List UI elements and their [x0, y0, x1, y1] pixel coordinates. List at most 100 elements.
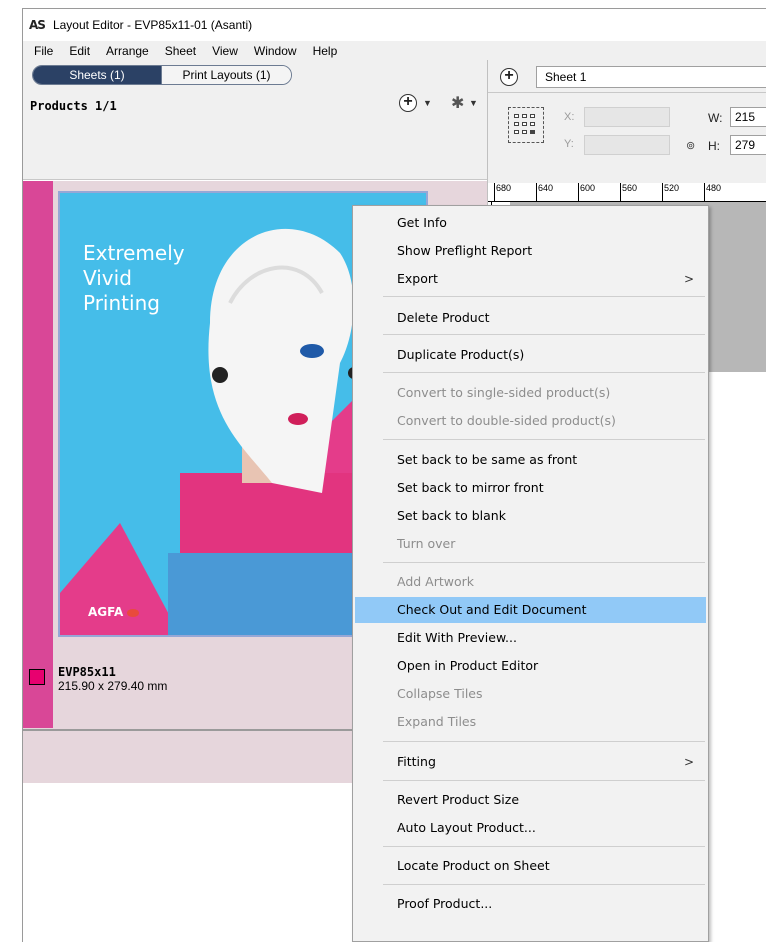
headline-line-1: Extremely [83, 241, 185, 265]
menu-item-label: Set back to mirror front [397, 480, 544, 495]
menu-separator [383, 296, 705, 297]
x-label: X: [564, 111, 575, 123]
artwork-headline: Extremely Vivid Printing [83, 241, 185, 316]
menu-item-label: Expand Tiles [397, 714, 477, 729]
menu-item-edit-with-preview[interactable]: Edit With Preview... [355, 625, 706, 651]
menu-item-delete-product[interactable]: Delete Product [355, 305, 706, 331]
x-field[interactable] [584, 107, 670, 127]
product-context-menu: Get Info Show Preflight Report Export > D… [352, 205, 709, 942]
menu-sheet[interactable]: Sheet [157, 44, 204, 58]
menu-separator [383, 372, 705, 373]
agfa-logo-mark [127, 608, 140, 617]
menu-item-collapse-tiles[interactable]: Collapse Tiles [355, 681, 706, 707]
menu-window[interactable]: Window [246, 44, 305, 58]
link-icon[interactable]: ⊚ [686, 139, 695, 152]
window-title: Layout Editor - EVP85x11-01 (Asanti) [52, 18, 253, 32]
menu-help[interactable]: Help [305, 44, 346, 58]
h-label: H: [708, 139, 720, 153]
menu-item-label: Turn over [397, 536, 456, 551]
menu-item-label: Revert Product Size [397, 792, 520, 807]
chevron-right-icon: > [683, 272, 694, 286]
menu-item-label: Add Artwork [397, 574, 475, 589]
headline-line-2: Vivid [83, 266, 132, 290]
width-field[interactable]: 215 [730, 107, 766, 127]
menu-arrange[interactable]: Arrange [98, 44, 157, 58]
ruler-label: 520 [662, 183, 679, 201]
menu-separator [383, 562, 705, 563]
y-label: Y: [564, 138, 574, 150]
menu-item-expand-tiles[interactable]: Expand Tiles [355, 709, 706, 735]
tab-print-layouts[interactable]: Print Layouts (1) [161, 66, 291, 84]
menu-item-label: Delete Product [397, 310, 490, 325]
add-sheet-icon[interactable]: + [500, 68, 518, 86]
panel-tab-switcher: Sheets (1) Print Layouts (1) [32, 65, 292, 85]
menu-bar: File Edit Arrange Sheet View Window Help [23, 41, 766, 60]
menu-item-label: Fitting [397, 754, 436, 769]
menu-item-label: Get Info [397, 215, 447, 230]
menu-separator [383, 439, 705, 440]
menu-item-label: Auto Layout Product... [397, 820, 536, 835]
ruler-label: 680 [494, 183, 511, 201]
agfa-logo: AGFA [88, 605, 140, 619]
add-product-dropdown-icon[interactable]: ▼ [423, 98, 432, 108]
add-product-icon[interactable]: + [399, 94, 417, 112]
menu-file[interactable]: File [26, 44, 61, 58]
reference-point-icon[interactable] [508, 107, 544, 143]
menu-item-set-back-same-as-front[interactable]: Set back to be same as front [355, 447, 706, 473]
menu-item-label: Set back to blank [397, 508, 506, 523]
menu-item-locate-product-on-sheet[interactable]: Locate Product on Sheet [355, 853, 706, 879]
menu-item-label: Convert to double-sided product(s) [397, 413, 616, 428]
gear-dropdown-icon[interactable]: ▼ [469, 98, 478, 108]
menu-separator [383, 334, 705, 335]
menu-separator [383, 780, 705, 781]
products-count-label: Products 1/1 [30, 99, 117, 113]
product-size: 215.90 x 279.40 mm [58, 679, 168, 693]
menu-item-label: Convert to single-sided product(s) [397, 385, 611, 400]
menu-item-convert-double-sided[interactable]: Convert to double-sided product(s) [355, 408, 706, 434]
menu-item-duplicate-products[interactable]: Duplicate Product(s) [355, 342, 706, 368]
menu-item-set-back-blank[interactable]: Set back to blank [355, 503, 706, 529]
properties-bar: X: Y: ⊚ W: 215 H: 279 [488, 92, 766, 182]
menu-item-revert-product-size[interactable]: Revert Product Size [355, 787, 706, 813]
product-color-swatch[interactable] [29, 669, 45, 685]
y-field[interactable] [584, 135, 670, 155]
ruler-label: 600 [578, 183, 595, 201]
menu-item-label: Show Preflight Report [397, 243, 533, 258]
menu-item-open-in-product-editor[interactable]: Open in Product Editor [355, 653, 706, 679]
ruler-label: 560 [620, 183, 637, 201]
menu-item-export[interactable]: Export > [355, 266, 706, 292]
menu-item-get-info[interactable]: Get Info [355, 210, 706, 236]
sheet-name-field[interactable]: Sheet 1 [536, 66, 766, 88]
menu-separator [383, 884, 705, 885]
menu-item-fitting[interactable]: Fitting > [355, 749, 706, 775]
gear-icon[interactable]: ✱ [451, 93, 464, 113]
menu-item-proof-product[interactable]: Proof Product... [355, 891, 706, 917]
ruler-label: 480 [704, 183, 721, 201]
menu-item-add-artwork[interactable]: Add Artwork [355, 569, 706, 595]
chevron-right-icon: > [683, 755, 694, 769]
menu-item-auto-layout-product[interactable]: Auto Layout Product... [355, 815, 706, 841]
menu-separator [383, 741, 705, 742]
title-bar: AS Layout Editor - EVP85x11-01 (Asanti) [23, 9, 766, 41]
menu-edit[interactable]: Edit [61, 44, 98, 58]
ruler-label: 640 [536, 183, 553, 201]
products-panel-header: Sheets (1) Print Layouts (1) Products 1/… [23, 60, 487, 180]
menu-item-label: Export [397, 271, 438, 286]
product-name: EVP85x11 [58, 665, 116, 679]
app-logo-icon: AS [29, 18, 46, 32]
menu-item-set-back-mirror-front[interactable]: Set back to mirror front [355, 475, 706, 501]
menu-item-label: Proof Product... [397, 896, 493, 911]
menu-item-label: Open in Product Editor [397, 658, 539, 673]
menu-item-show-preflight-report[interactable]: Show Preflight Report [355, 238, 706, 264]
menu-item-turn-over[interactable]: Turn over [355, 531, 706, 557]
headline-line-3: Printing [83, 291, 160, 315]
menu-item-check-out-and-edit-document[interactable]: Check Out and Edit Document [355, 597, 706, 623]
tab-sheets[interactable]: Sheets (1) [33, 66, 161, 84]
menu-item-label: Collapse Tiles [397, 686, 483, 701]
menu-item-convert-single-sided[interactable]: Convert to single-sided product(s) [355, 380, 706, 406]
menu-view[interactable]: View [204, 44, 246, 58]
product-color-strip [23, 181, 53, 728]
menu-item-label: Check Out and Edit Document [397, 602, 587, 617]
height-field[interactable]: 279 [730, 135, 766, 155]
agfa-logo-text: AGFA [88, 605, 124, 619]
